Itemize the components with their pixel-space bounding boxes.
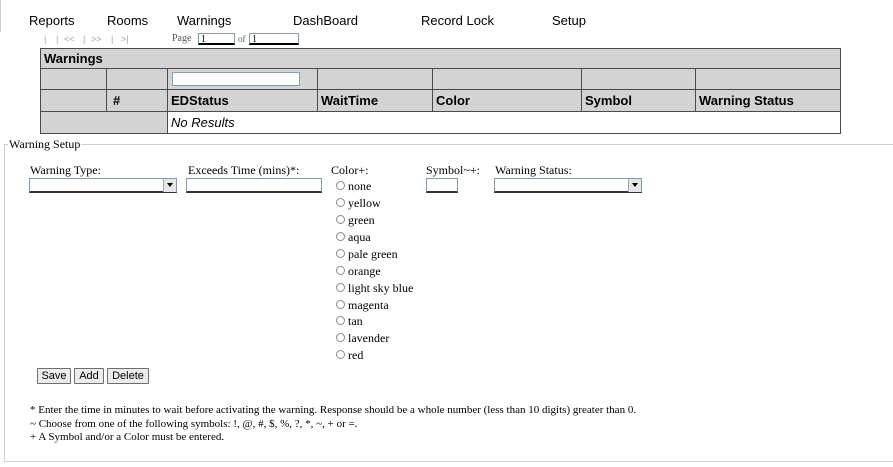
- of-label: of: [238, 34, 246, 44]
- radio-button[interactable]: [336, 283, 345, 292]
- warning-status-label: Warning Status:: [495, 163, 572, 177]
- filter-cell: [168, 69, 318, 89]
- filter-cell: [582, 69, 696, 89]
- filter-cell: [107, 69, 168, 89]
- filter-cell: [41, 69, 107, 89]
- no-results-text: No Results: [171, 115, 235, 130]
- save-button[interactable]: Save: [37, 368, 71, 384]
- menu-bar: Reports Rooms Warnings DashBoard Record …: [0, 0, 893, 32]
- filter-cell: [318, 69, 433, 89]
- chevron-down-icon: [163, 179, 176, 192]
- next-page-button[interactable]: >>: [91, 32, 102, 46]
- warning-type-label: Warning Type:: [30, 163, 101, 177]
- radio-label: none: [348, 179, 372, 193]
- header-row: # EDStatus WaitTime Color Symbol Warning…: [41, 90, 840, 112]
- symbol-label: Symbol~+:: [426, 163, 480, 177]
- column-header-waittime[interactable]: WaitTime: [318, 90, 433, 111]
- radio-button[interactable]: [336, 181, 345, 190]
- column-header-warning-status[interactable]: Warning Status: [696, 90, 840, 111]
- column-header-color[interactable]: Color: [433, 90, 582, 111]
- menu-item-dashboard[interactable]: DashBoard: [293, 13, 358, 28]
- first-page-button[interactable]: |<: [44, 32, 49, 58]
- menu-item-rooms[interactable]: Rooms: [107, 13, 148, 28]
- radio-button[interactable]: [336, 198, 345, 207]
- radio-button[interactable]: [336, 350, 345, 359]
- radio-button[interactable]: [336, 300, 345, 309]
- empty-row: No Results: [41, 112, 840, 133]
- radio-label: magenta: [348, 298, 389, 312]
- column-header-symbol[interactable]: Symbol: [582, 90, 696, 111]
- radio-button[interactable]: [336, 266, 345, 275]
- radio-label: orange: [348, 264, 381, 278]
- last-page-button[interactable]: >|: [121, 32, 129, 46]
- menu-item-setup[interactable]: Setup: [552, 13, 586, 28]
- radio-button[interactable]: [336, 316, 345, 325]
- radio-label: tan: [348, 314, 363, 328]
- warnings-grid: Warnings # EDStatus WaitTime Color Symbo…: [40, 48, 841, 134]
- radio-button[interactable]: [336, 333, 345, 342]
- chevron-down-icon: [628, 179, 641, 192]
- column-header-number[interactable]: #: [107, 90, 168, 111]
- radio-label: aqua: [348, 230, 371, 244]
- column-header-edstatus[interactable]: EDStatus: [168, 90, 318, 111]
- page-label: Page: [172, 33, 192, 44]
- radio-label: green: [348, 213, 375, 227]
- note-symbols: ~ Choose from one of the following symbo…: [30, 418, 358, 430]
- edstatus-filter-input[interactable]: [172, 72, 300, 86]
- pager-separator: |: [56, 34, 59, 44]
- filter-cell: [433, 69, 582, 89]
- radio-label: yellow: [348, 196, 381, 210]
- exceeds-time-input[interactable]: [186, 178, 322, 193]
- radio-label: red: [348, 348, 364, 362]
- radio-button[interactable]: [336, 215, 345, 224]
- radio-button[interactable]: [336, 232, 345, 241]
- warning-status-select[interactable]: [494, 178, 642, 193]
- empty-row-gutter: [41, 112, 168, 133]
- radio-label: lavender: [348, 331, 390, 345]
- radio-label: pale green: [348, 247, 398, 261]
- menu-item-record-lock[interactable]: Record Lock: [421, 13, 494, 28]
- total-pages-field: 1: [249, 33, 299, 45]
- page-number-input[interactable]: 1: [198, 33, 235, 45]
- delete-button[interactable]: Delete: [107, 368, 149, 384]
- symbol-input[interactable]: [426, 178, 458, 193]
- pager-separator: |: [83, 34, 86, 44]
- color-label: Color+:: [331, 163, 369, 177]
- note-time: * Enter the time in minutes to wait befo…: [30, 404, 637, 416]
- exceeds-time-label: Exceeds Time (mins)*:: [188, 163, 300, 177]
- radio-button[interactable]: [336, 249, 345, 258]
- filter-row: [41, 69, 840, 90]
- filter-cell: [696, 69, 840, 89]
- prev-page-button[interactable]: <<: [64, 32, 75, 46]
- note-required: + A Symbol and/or a Color must be entere…: [30, 431, 225, 443]
- grid-title: Warnings: [41, 49, 840, 69]
- warning-setup-legend: Warning Setup: [8, 137, 82, 151]
- column-header: [41, 90, 107, 111]
- menu-item-warnings[interactable]: Warnings: [177, 13, 231, 28]
- warning-type-select[interactable]: [29, 178, 177, 193]
- menu-item-reports[interactable]: Reports: [29, 13, 75, 28]
- radio-label: light sky blue: [348, 281, 414, 295]
- pager-separator: |: [111, 34, 114, 44]
- add-button[interactable]: Add: [74, 368, 104, 384]
